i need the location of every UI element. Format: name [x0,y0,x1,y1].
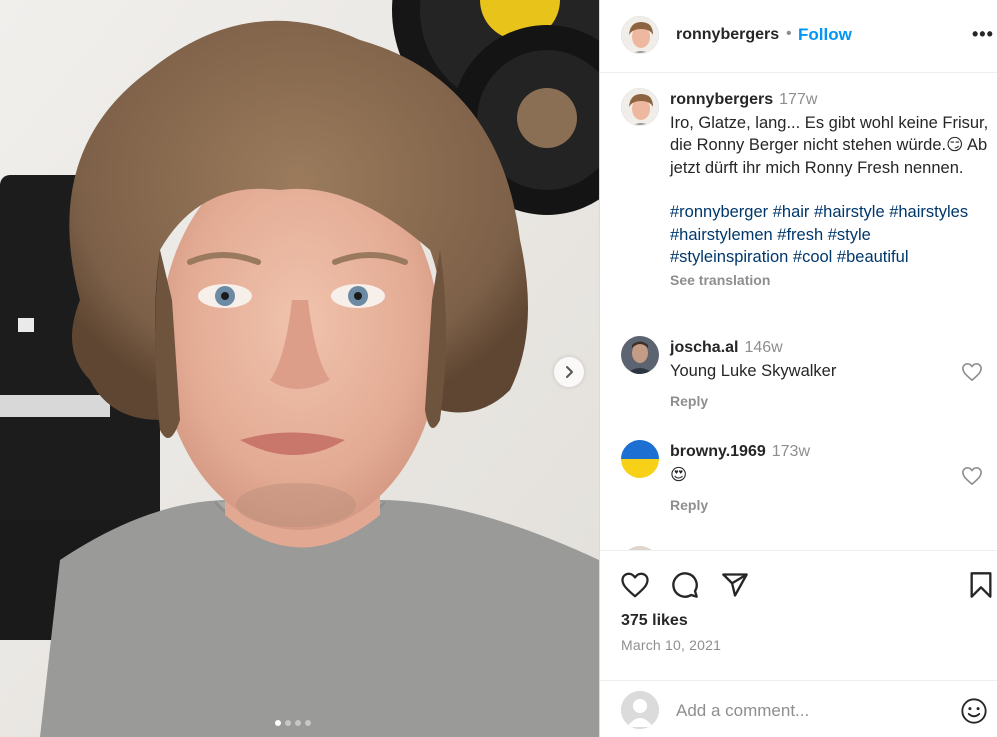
portrait-image [0,0,599,737]
caption-body: ronnybergers 177w Iro, Glatze, lang... Es… [670,88,990,291]
carousel-dot [285,720,291,726]
follow-button[interactable]: Follow [798,25,852,45]
caption-time[interactable]: 177w [779,91,817,108]
heart-icon[interactable] [620,571,650,599]
caption-hashtags[interactable]: #ronnyberger #hair #hairstyle #hairstyle… [670,201,990,269]
see-translation-link[interactable]: See translation [670,269,990,292]
post-photo[interactable] [0,0,599,737]
ukraine-flag-avatar-image [621,440,659,478]
reply-button[interactable]: Reply [670,494,950,517]
comment-composer [600,680,997,737]
commenter-avatar-image [621,336,659,374]
comment-time[interactable]: 173w [772,443,810,460]
comment-body: browny.1969 173w 😍 Reply [670,440,950,517]
header-separator: • [786,25,792,42]
comments-list[interactable]: ronnybergers 177w Iro, Glatze, lang... Es… [600,74,997,550]
comment-text: Young Luke Skywalker [670,361,837,380]
default-user-icon [621,691,659,729]
next-slide-button[interactable] [554,357,584,387]
carousel-dot [295,720,301,726]
viewer-avatar [621,691,659,729]
comment-username[interactable]: browny.1969 [670,443,766,460]
comment-text: 😍 [670,465,688,484]
author-username[interactable]: ronnybergers [676,26,779,44]
bookmark-icon[interactable] [968,571,994,599]
author-avatar-image [622,17,658,53]
carousel-indicator [275,720,311,726]
commenter-avatar[interactable] [621,440,659,478]
caption-username[interactable]: ronnybergers [670,91,773,108]
post-actions: 375 likes March 10, 2021 [600,550,997,688]
post-date[interactable]: March 10, 2021 [621,637,721,653]
smiley-icon[interactable] [960,697,988,725]
add-comment-input[interactable] [676,698,936,724]
carousel-dot [305,720,311,726]
post-header: ronnybergers • Follow ••• [600,0,997,73]
paper-plane-icon[interactable] [720,571,750,599]
post-side-panel: ronnybergers • Follow ••• ronnybergers 1… [599,0,997,737]
caption-avatar[interactable] [621,88,659,126]
author-avatar[interactable] [621,16,659,54]
reply-button[interactable]: Reply [670,390,950,413]
comment-like-heart-icon[interactable] [961,362,983,382]
comment-body: joscha.al 146w Young Luke Skywalker Reply [670,336,950,413]
comment-bubble-icon[interactable] [670,571,700,599]
carousel-dot-active [275,720,281,726]
chevron-right-icon [566,366,573,378]
comment-time[interactable]: 146w [744,339,782,356]
comment-like-heart-icon[interactable] [961,466,983,486]
comment-username[interactable]: joscha.al [670,339,738,356]
likes-count[interactable]: 375 likes [621,612,688,630]
instagram-post-modal: ronnybergers • Follow ••• ronnybergers 1… [0,0,997,737]
caption-text: Iro, Glatze, lang... Es gibt wohl keine … [670,113,989,177]
caption-avatar-image [622,89,658,125]
commenter-avatar[interactable] [621,336,659,374]
more-options-icon[interactable]: ••• [972,24,994,44]
